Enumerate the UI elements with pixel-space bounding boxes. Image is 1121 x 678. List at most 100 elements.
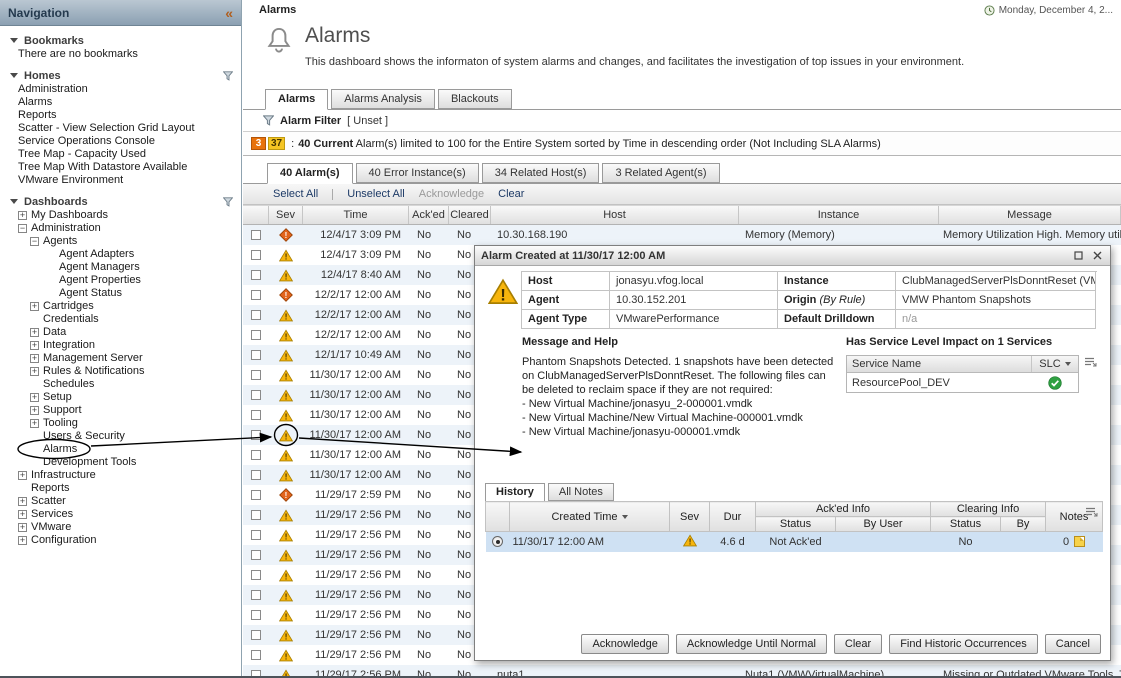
warning-count-badge[interactable]: 37 xyxy=(268,137,285,150)
row-checkbox[interactable] xyxy=(251,350,261,360)
alarm-filter-bar[interactable]: Alarm Filter [ Unset ] xyxy=(243,110,1121,132)
service-row[interactable]: ResourcePool_DEV xyxy=(847,373,1078,392)
row-checkbox[interactable] xyxy=(251,590,261,600)
dialog-button-acknowledge[interactable]: Acknowledge xyxy=(581,634,668,654)
row-checkbox[interactable] xyxy=(251,290,261,300)
expand-icon[interactable]: + xyxy=(18,523,27,532)
note-icon[interactable] xyxy=(1074,536,1085,547)
toolbar-unselect-all[interactable]: Unselect All xyxy=(347,188,404,200)
history-col-clear-by[interactable]: By xyxy=(1001,517,1046,532)
expand-icon[interactable]: + xyxy=(18,536,27,545)
tab-alarms[interactable]: Alarms xyxy=(265,89,328,110)
nav-item-agent-managers[interactable]: Agent Managers xyxy=(0,261,241,274)
nav-item-agents[interactable]: −Agents xyxy=(0,235,241,248)
row-checkbox[interactable] xyxy=(251,370,261,380)
nav-item-credentials[interactable]: Credentials xyxy=(0,313,241,326)
close-icon[interactable] xyxy=(1090,249,1104,263)
row-checkbox[interactable] xyxy=(251,450,261,460)
filter-icon[interactable] xyxy=(223,71,233,81)
row-checkbox[interactable] xyxy=(251,490,261,500)
slc-column-header[interactable]: SLC xyxy=(1032,356,1078,372)
nav-item-vmware[interactable]: +VMware xyxy=(0,521,241,534)
nav-item-alarms[interactable]: Alarms xyxy=(0,96,241,109)
expand-icon[interactable]: + xyxy=(30,419,39,428)
column-header-ack-ed[interactable]: Ack'ed xyxy=(409,206,449,224)
tab-alarms-analysis[interactable]: Alarms Analysis xyxy=(331,89,435,109)
nav-item-service-operations-console[interactable]: Service Operations Console xyxy=(0,135,241,148)
nav-item-cartridges[interactable]: +Cartridges xyxy=(0,300,241,313)
nav-item-configuration[interactable]: +Configuration xyxy=(0,534,241,547)
service-name-column-header[interactable]: Service Name xyxy=(847,356,1032,372)
collapse-panel-chevron-icon[interactable]: « xyxy=(225,6,233,20)
dialog-button-find-historic-occurrences[interactable]: Find Historic Occurrences xyxy=(889,634,1038,654)
column-header-cleared[interactable]: Cleared xyxy=(449,206,491,224)
column-header-host[interactable]: Host xyxy=(491,206,739,224)
nav-item-users-security[interactable]: Users & Security xyxy=(0,430,241,443)
row-checkbox[interactable] xyxy=(251,570,261,580)
collapse-icon[interactable]: − xyxy=(18,224,27,233)
history-col-created[interactable]: Created Time xyxy=(510,502,670,532)
history-row[interactable]: 11/30/17 12:00 AM ! 4.6 d Not Ack'ed No … xyxy=(486,532,1103,552)
table-customizer-icon[interactable] xyxy=(1084,357,1097,368)
row-checkbox[interactable] xyxy=(251,410,261,420)
row-checkbox[interactable] xyxy=(251,330,261,340)
nav-item-agent-properties[interactable]: Agent Properties xyxy=(0,274,241,287)
breadcrumb[interactable]: Alarms xyxy=(259,4,296,16)
expand-icon[interactable]: + xyxy=(30,406,39,415)
row-checkbox[interactable] xyxy=(251,550,261,560)
expand-icon[interactable]: + xyxy=(30,393,39,402)
expand-icon[interactable]: + xyxy=(18,497,27,506)
tab-blackouts[interactable]: Blackouts xyxy=(438,89,512,109)
expand-icon[interactable]: + xyxy=(18,211,27,220)
row-checkbox[interactable] xyxy=(251,510,261,520)
maximize-icon[interactable] xyxy=(1071,249,1085,263)
column-header-message[interactable]: Message xyxy=(939,206,1121,224)
nav-item-support[interactable]: +Support xyxy=(0,404,241,417)
filter-icon[interactable] xyxy=(223,197,233,207)
nav-item-services[interactable]: +Services xyxy=(0,508,241,521)
nav-item-tree-map-capacity-used[interactable]: Tree Map - Capacity Used xyxy=(0,148,241,161)
row-checkbox[interactable] xyxy=(251,470,261,480)
expand-icon[interactable]: + xyxy=(30,367,39,376)
nav-item-management-server[interactable]: +Management Server xyxy=(0,352,241,365)
alarm-row[interactable]: !12/4/17 3:09 PMNoNo10.30.168.190Memory … xyxy=(243,225,1121,245)
row-checkbox[interactable] xyxy=(251,630,261,640)
history-row-radio[interactable] xyxy=(492,536,503,547)
nav-item-data[interactable]: +Data xyxy=(0,326,241,339)
history-col-ack-by-user[interactable]: By User xyxy=(836,517,931,532)
row-checkbox[interactable] xyxy=(251,430,261,440)
nav-item-vmware-environment[interactable]: VMware Environment xyxy=(0,174,241,187)
table-customizer-icon[interactable] xyxy=(1085,507,1098,518)
dialog-button-cancel[interactable]: Cancel xyxy=(1045,634,1101,654)
nav-section-header-homes[interactable]: Homes xyxy=(0,68,241,83)
subtab-40-error-instance-s[interactable]: 40 Error Instance(s) xyxy=(356,163,479,183)
subtab-3-related-agent-s[interactable]: 3 Related Agent(s) xyxy=(602,163,719,183)
toolbar-clear[interactable]: Clear xyxy=(498,188,524,200)
nav-section-header-bookmarks[interactable]: Bookmarks xyxy=(0,33,241,48)
history-col-dur[interactable]: Dur xyxy=(710,502,756,532)
dialog-tab-all-notes[interactable]: All Notes xyxy=(548,483,614,501)
nav-item-agent-status[interactable]: Agent Status xyxy=(0,287,241,300)
history-col-clear-status[interactable]: Status xyxy=(931,517,1001,532)
subtab-34-related-host-s[interactable]: 34 Related Host(s) xyxy=(482,163,600,183)
nav-item-administration[interactable]: Administration xyxy=(0,83,241,96)
toolbar-select-all[interactable]: Select All xyxy=(273,188,318,200)
nav-item-scatter[interactable]: +Scatter xyxy=(0,495,241,508)
row-checkbox[interactable] xyxy=(251,230,261,240)
collapse-icon[interactable]: − xyxy=(30,237,39,246)
nav-item-reports[interactable]: Reports xyxy=(0,109,241,122)
history-col-ack-status[interactable]: Status xyxy=(756,517,836,532)
row-checkbox[interactable] xyxy=(251,270,261,280)
nav-item-development-tools[interactable]: Development Tools xyxy=(0,456,241,469)
nav-item-rules-notifications[interactable]: +Rules & Notifications xyxy=(0,365,241,378)
expand-icon[interactable]: + xyxy=(30,302,39,311)
nav-item-reports[interactable]: Reports xyxy=(0,482,241,495)
dialog-button-acknowledge-until-normal[interactable]: Acknowledge Until Normal xyxy=(676,634,827,654)
dialog-button-clear[interactable]: Clear xyxy=(834,634,882,654)
expand-icon[interactable]: + xyxy=(18,510,27,519)
nav-item-alarms[interactable]: Alarms xyxy=(0,443,241,456)
critical-count-badge[interactable]: 3 xyxy=(251,137,266,150)
nav-item-agent-adapters[interactable]: Agent Adapters xyxy=(0,248,241,261)
column-header-time[interactable]: Time xyxy=(303,206,409,224)
nav-item-infrastructure[interactable]: +Infrastructure xyxy=(0,469,241,482)
